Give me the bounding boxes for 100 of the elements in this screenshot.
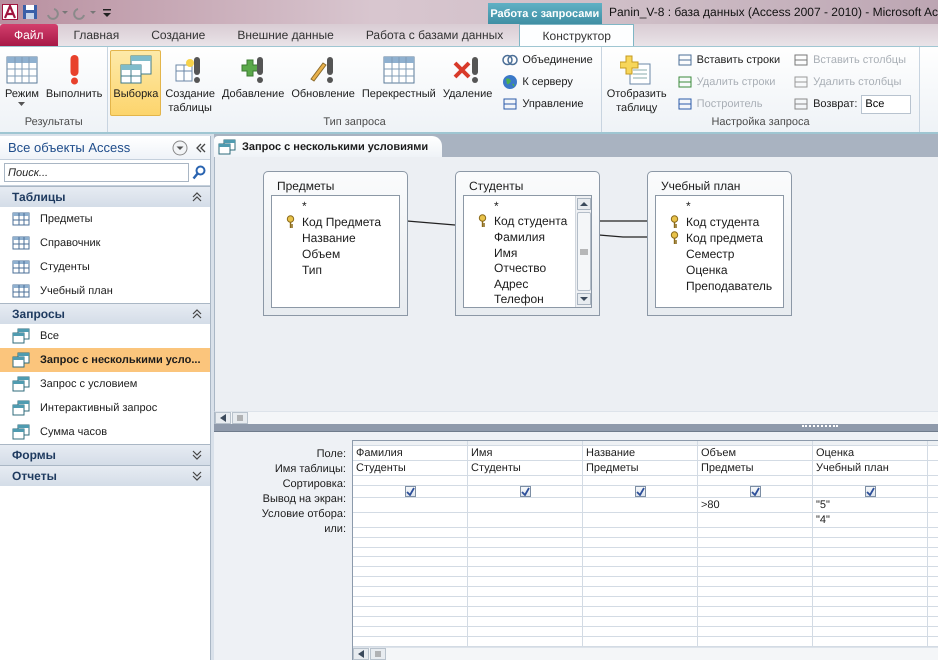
scroll-left-icon bbox=[220, 414, 226, 422]
table-icon bbox=[12, 236, 30, 250]
ribbon-button[interactable]: Создание таблицы bbox=[162, 50, 218, 116]
ribbon-button[interactable]: Перекрестный bbox=[358, 50, 439, 116]
collapse-icon bbox=[192, 192, 202, 202]
field-name[interactable]: Имя bbox=[494, 246, 518, 260]
table-title: Предметы bbox=[276, 178, 336, 195]
nav-item[interactable]: Сумма часов bbox=[0, 420, 210, 444]
scrollbar[interactable] bbox=[575, 196, 591, 307]
field-name[interactable]: Оценка bbox=[686, 263, 728, 277]
ribbon-tab[interactable]: Создание bbox=[135, 24, 222, 46]
checkbox[interactable] bbox=[634, 486, 646, 497]
table-icon bbox=[12, 284, 30, 298]
field-name[interactable]: Код студента bbox=[494, 214, 568, 228]
expand-icon bbox=[192, 450, 202, 460]
file-tab[interactable]: Файл bbox=[0, 24, 58, 46]
field-name[interactable]: Адрес bbox=[494, 276, 528, 291]
access-logo-icon bbox=[2, 4, 18, 20]
group-label: Настройка запроса bbox=[710, 116, 811, 130]
query-icon bbox=[12, 424, 30, 440]
table-icon bbox=[12, 260, 30, 274]
caret-icon bbox=[18, 101, 26, 107]
checkbox[interactable] bbox=[404, 486, 416, 497]
ribbon-tab[interactable]: Работа с базами данных bbox=[350, 24, 520, 46]
scroll-thumb[interactable] bbox=[370, 648, 386, 660]
checkbox[interactable] bbox=[750, 486, 760, 497]
row-label: Поле: bbox=[316, 447, 347, 462]
field-name[interactable]: Объем bbox=[302, 247, 340, 261]
nav-item[interactable]: Предметы bbox=[0, 207, 210, 231]
field-name[interactable]: Код предмета bbox=[686, 231, 763, 245]
table-window[interactable]: Студенты * Код студента Фамилия Имя Отчество Адрес Телефон bbox=[455, 171, 600, 316]
group-header[interactable]: Отчеты bbox=[0, 465, 210, 486]
ribbon-button[interactable]: Управление bbox=[500, 94, 595, 114]
nav-item[interactable]: Студенты bbox=[0, 255, 210, 279]
checkbox[interactable] bbox=[864, 486, 876, 497]
row-label: или: bbox=[323, 522, 347, 537]
ribbon-button[interactable]: Удаление bbox=[440, 50, 496, 116]
ribbon-button[interactable]: Объединение bbox=[500, 50, 595, 70]
field-name[interactable]: Тип bbox=[302, 263, 322, 277]
scroll-left-button[interactable] bbox=[215, 412, 231, 424]
checkbox[interactable] bbox=[520, 486, 530, 497]
query-icon bbox=[12, 328, 30, 344]
field-name[interactable]: Преподаватель bbox=[686, 279, 772, 293]
nav-item[interactable]: Запрос с условием bbox=[0, 372, 210, 396]
search-field[interactable]: Поиск... bbox=[4, 163, 189, 182]
scroll-up-icon bbox=[576, 198, 590, 210]
field-name[interactable]: Код студента bbox=[686, 215, 760, 229]
table-icon bbox=[12, 212, 30, 226]
ribbon-button[interactable]: Обновление bbox=[288, 50, 358, 116]
ribbon-button[interactable]: Отобразить таблицу bbox=[604, 50, 670, 116]
checkmark-icon bbox=[750, 486, 760, 496]
field-name[interactable]: Семестр bbox=[686, 247, 734, 261]
group-header[interactable]: Таблицы bbox=[0, 186, 210, 207]
field-name[interactable]: Название bbox=[302, 231, 356, 245]
field-name[interactable]: * bbox=[494, 198, 499, 213]
nav-item[interactable]: Все bbox=[0, 324, 210, 348]
tables-icon bbox=[118, 55, 153, 85]
save-icon bbox=[22, 4, 38, 20]
ribbon-tab[interactable]: Главная bbox=[58, 24, 136, 46]
field-name[interactable]: * bbox=[302, 199, 307, 213]
table-title: Учебный план bbox=[660, 178, 742, 195]
group-header[interactable]: Запросы bbox=[0, 303, 210, 324]
ribbon-button[interactable]: К серверу bbox=[500, 72, 595, 92]
group-label: Тип запроса bbox=[322, 116, 387, 130]
nav-item[interactable]: Интерактивный запрос bbox=[0, 396, 210, 420]
checkmark-icon bbox=[406, 486, 414, 496]
ribbon-button[interactable]: Выборка bbox=[110, 50, 162, 116]
nav-item[interactable]: Справочник bbox=[0, 231, 210, 255]
scroll-left-button[interactable] bbox=[353, 648, 369, 660]
field-name[interactable]: Код Предмета bbox=[302, 215, 382, 229]
ribbon-tab[interactable]: Внешние данные bbox=[221, 24, 350, 46]
nav-item[interactable]: Запрос с несколькими усло... bbox=[0, 348, 210, 372]
document-tab[interactable]: Запрос с несколькими условиями bbox=[214, 136, 442, 157]
return-label: Возврат: bbox=[813, 98, 858, 110]
query-icon bbox=[12, 352, 30, 368]
scroll-left-icon bbox=[358, 650, 364, 658]
nav-item[interactable]: Учебный план bbox=[0, 279, 210, 303]
field-name[interactable]: Фамилия bbox=[494, 230, 545, 244]
ribbon-button[interactable]: Добавление bbox=[218, 50, 288, 116]
ribbon-button[interactable]: Выполнить bbox=[42, 50, 106, 116]
checkmark-icon bbox=[866, 486, 874, 496]
return-field[interactable]: Все bbox=[861, 94, 912, 114]
crosstab-icon bbox=[382, 56, 415, 84]
ribbon-tab[interactable]: Конструктор bbox=[519, 24, 634, 46]
scroll-down-icon bbox=[576, 293, 590, 305]
group-header[interactable]: Формы bbox=[0, 444, 210, 465]
window-title: Panin_V-8 : база данных (Access 2007 - 2010) - Microsoft Ac bbox=[608, 4, 938, 21]
checkmark-icon bbox=[636, 486, 644, 496]
field-name[interactable]: Телефон bbox=[494, 292, 544, 306]
row-label: Сортировка: bbox=[282, 477, 347, 492]
field-name[interactable]: * bbox=[686, 199, 691, 213]
dropdown-icon bbox=[172, 140, 188, 156]
table-window[interactable]: Учебный план * Код студента Код предмета Семестр Оценка Преподаватель bbox=[647, 171, 792, 316]
collapse-icon bbox=[192, 309, 202, 319]
ribbon-button[interactable]: Вставить строки bbox=[674, 50, 782, 70]
group-label: Результаты bbox=[24, 116, 84, 130]
field-name[interactable]: Отчество bbox=[494, 261, 546, 276]
scroll-thumb[interactable] bbox=[232, 412, 248, 424]
table-window[interactable]: Предметы * Код Предмета Название Объем Тип bbox=[263, 171, 408, 316]
ribbon-button[interactable]: Режим bbox=[2, 50, 42, 116]
